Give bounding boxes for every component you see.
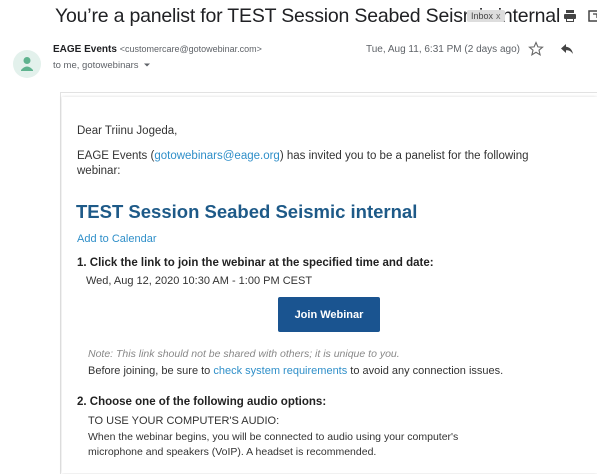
chevron-down-icon[interactable] (143, 62, 151, 68)
add-to-calendar-link[interactable]: Add to Calendar (77, 233, 157, 245)
system-requirements-link[interactable]: check system requirements (213, 365, 347, 377)
invitation-text: EAGE Events (gotowebinars@eage.org) has … (77, 149, 529, 179)
invite-suffix: ) has invited you to be a panelist for t… (279, 150, 529, 162)
sender-email: <customercare@gotowebinar.com> (119, 44, 262, 54)
recipients-line[interactable]: to me, gotowebinars (53, 60, 151, 71)
reply-icon[interactable] (560, 43, 574, 55)
before-suffix: to avoid any connection issues. (347, 365, 504, 377)
before-prefix: Before joining, be sure to (88, 365, 214, 377)
audio-line1: When the webinar begins, you will be con… (88, 431, 459, 443)
greeting-text: Dear Triinu Jogeda, (77, 125, 178, 137)
step1-heading: 1. Click the link to join the webinar at… (77, 257, 434, 269)
subject-bar: You’re a panelist for TEST Session Seabe… (0, 0, 597, 34)
remove-label-icon[interactable]: x (496, 11, 501, 21)
recipients-text: to me, gotowebinars (53, 60, 139, 71)
audio-option-heading: TO USE YOUR COMPUTER'S AUDIO: (88, 415, 280, 427)
email-date: Tue, Aug 11, 6:31 PM (2 days ago) (366, 44, 520, 55)
open-in-new-window-icon[interactable] (588, 9, 597, 23)
webinar-datetime: Wed, Aug 12, 2020 10:30 AM - 1:00 PM CES… (86, 275, 313, 287)
sender-avatar[interactable] (13, 50, 41, 78)
unique-link-note: Note: This link should not be shared wit… (88, 348, 400, 360)
organizer-email-link[interactable]: gotowebinars@eage.org (154, 150, 279, 162)
webinar-title: TEST Session Seabed Seismic internal (76, 201, 418, 222)
person-avatar-icon (21, 57, 33, 71)
sender-name[interactable]: EAGE Events (53, 44, 117, 55)
invite-line2: webinar: (77, 165, 121, 177)
audio-line2: microphone and speakers (VoIP). A headse… (88, 445, 377, 458)
inbox-label-text: Inbox (471, 11, 494, 21)
inbox-label-badge[interactable]: Inbox x (467, 10, 505, 22)
star-icon[interactable] (528, 41, 544, 57)
join-webinar-button[interactable]: Join Webinar (278, 297, 380, 332)
step2-heading: 2. Choose one of the following audio opt… (77, 396, 327, 408)
invite-prefix: EAGE Events ( (77, 150, 155, 162)
before-joining-text: Before joining, be sure to check system … (88, 365, 503, 377)
sender-line: EAGE Events <customercare@gotowebinar.co… (53, 44, 262, 55)
audio-option-description: When the webinar begins, you will be con… (88, 430, 458, 459)
print-icon[interactable] (563, 9, 577, 23)
